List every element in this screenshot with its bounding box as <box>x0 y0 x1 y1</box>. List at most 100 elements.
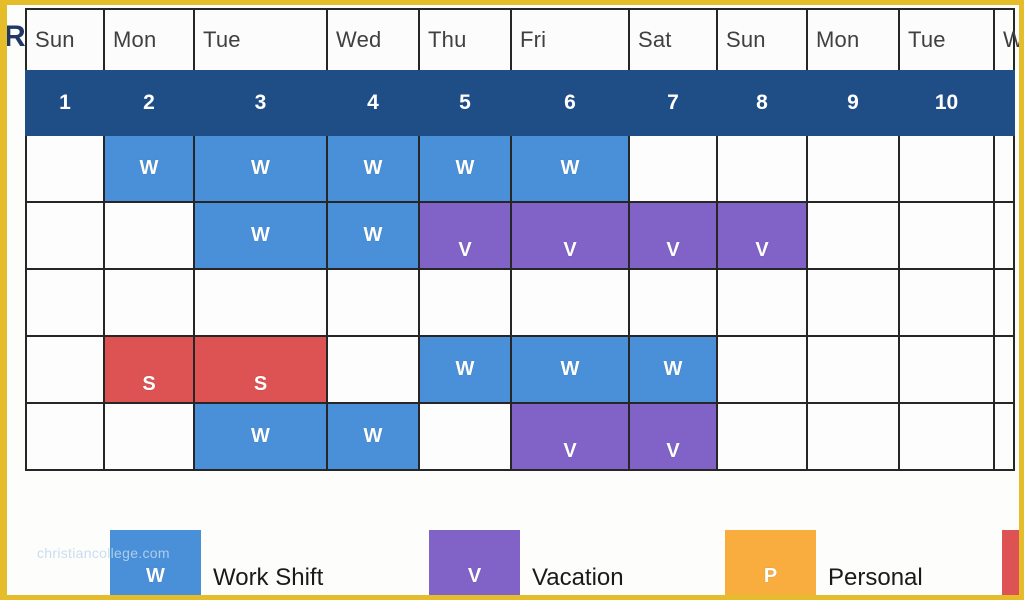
schedule-cell[interactable] <box>995 270 1015 335</box>
shift-entry-work[interactable]: W <box>328 404 418 469</box>
schedule-cell[interactable] <box>718 270 808 335</box>
schedule-cell[interactable] <box>808 270 900 335</box>
schedule-cell[interactable] <box>630 136 718 201</box>
schedule-cell[interactable]: W <box>420 337 512 402</box>
day-number-cell[interactable]: 2 <box>105 70 195 136</box>
schedule-cell[interactable] <box>195 270 328 335</box>
shift-entry-vacation[interactable]: V <box>420 203 510 268</box>
schedule-cell[interactable]: W <box>195 404 328 469</box>
schedule-cell[interactable]: V <box>630 404 718 469</box>
schedule-cell[interactable] <box>808 203 900 268</box>
schedule-cell[interactable]: W <box>328 136 420 201</box>
weekday-header-cell[interactable]: Sun <box>718 10 808 70</box>
legend-swatch-personal[interactable]: P <box>725 530 816 595</box>
weekday-header-cell[interactable]: Sun <box>25 10 105 70</box>
schedule-cell[interactable]: W <box>195 136 328 201</box>
shift-entry-vacation[interactable]: V <box>630 203 716 268</box>
schedule-cell[interactable] <box>900 270 995 335</box>
schedule-cell[interactable] <box>630 270 718 335</box>
day-number-cell[interactable]: 8 <box>718 70 808 136</box>
schedule-cell[interactable] <box>328 270 420 335</box>
weekday-header-cell[interactable]: Mon <box>105 10 195 70</box>
schedule-cell[interactable]: W <box>512 337 630 402</box>
shift-entry-work[interactable]: W <box>420 337 510 402</box>
weekday-header-cell[interactable]: Sat <box>630 10 718 70</box>
shift-entry-vacation[interactable]: V <box>512 203 628 268</box>
shift-entry-work[interactable]: W <box>105 136 193 201</box>
legend-swatch-vacation[interactable]: V <box>429 530 520 595</box>
schedule-cell[interactable] <box>900 337 995 402</box>
schedule-cell[interactable] <box>718 136 808 201</box>
schedule-cell[interactable]: S <box>195 337 328 402</box>
schedule-cell[interactable] <box>995 337 1015 402</box>
weekday-header-cell[interactable]: Tue <box>900 10 995 70</box>
schedule-cell[interactable] <box>900 404 995 469</box>
schedule-cell[interactable] <box>718 337 808 402</box>
weekday-header-cell[interactable]: Wed <box>328 10 420 70</box>
weekday-header-cell[interactable]: W <box>995 10 1019 70</box>
schedule-cell[interactable] <box>808 337 900 402</box>
day-number-cell[interactable]: 9 <box>808 70 900 136</box>
schedule-cell[interactable]: W <box>328 404 420 469</box>
schedule-cell[interactable]: W <box>105 136 195 201</box>
schedule-cell[interactable] <box>25 203 105 268</box>
schedule-cell[interactable] <box>995 203 1015 268</box>
day-number-cell[interactable]: 6 <box>512 70 630 136</box>
day-number-cell[interactable]: 4 <box>328 70 420 136</box>
shift-entry-sick[interactable]: S <box>105 337 193 402</box>
schedule-cell[interactable] <box>25 337 105 402</box>
schedule-cell[interactable]: V <box>630 203 718 268</box>
schedule-cell[interactable] <box>25 270 105 335</box>
schedule-cell[interactable] <box>105 203 195 268</box>
shift-entry-work[interactable]: W <box>328 136 418 201</box>
day-number-cell[interactable]: 5 <box>420 70 512 136</box>
schedule-cell[interactable] <box>420 270 512 335</box>
shift-entry-vacation[interactable]: V <box>718 203 806 268</box>
schedule-cell[interactable]: V <box>420 203 512 268</box>
shift-entry-work[interactable]: W <box>195 136 326 201</box>
legend-swatch-work[interactable]: W <box>110 530 201 595</box>
schedule-cell[interactable]: V <box>512 404 630 469</box>
schedule-cell[interactable] <box>995 136 1015 201</box>
shift-entry-sick[interactable]: S <box>195 337 326 402</box>
schedule-cell[interactable]: V <box>512 203 630 268</box>
schedule-cell[interactable]: S <box>105 337 195 402</box>
schedule-cell[interactable] <box>328 337 420 402</box>
schedule-cell[interactable] <box>25 136 105 201</box>
legend-swatch-sick[interactable] <box>1002 530 1019 595</box>
weekday-header-cell[interactable]: Tue <box>195 10 328 70</box>
shift-entry-vacation[interactable]: V <box>630 404 716 469</box>
weekday-header-cell[interactable]: Fri <box>512 10 630 70</box>
shift-entry-work[interactable]: W <box>512 337 628 402</box>
schedule-cell[interactable] <box>808 136 900 201</box>
shift-entry-work[interactable]: W <box>420 136 510 201</box>
schedule-cell[interactable] <box>105 404 195 469</box>
schedule-cell[interactable] <box>718 404 808 469</box>
day-number-cell[interactable]: 7 <box>630 70 718 136</box>
schedule-cell[interactable]: W <box>195 203 328 268</box>
schedule-cell[interactable]: W <box>512 136 630 201</box>
schedule-cell[interactable]: V <box>718 203 808 268</box>
weekday-header-cell[interactable]: Mon <box>808 10 900 70</box>
shift-entry-work[interactable]: W <box>630 337 716 402</box>
schedule-cell[interactable] <box>808 404 900 469</box>
schedule-cell[interactable] <box>900 136 995 201</box>
schedule-cell[interactable]: W <box>630 337 718 402</box>
shift-entry-vacation[interactable]: V <box>512 404 628 469</box>
weekday-header-cell[interactable]: Thu <box>420 10 512 70</box>
shift-entry-work[interactable]: W <box>195 404 326 469</box>
day-number-cell[interactable] <box>995 70 1015 136</box>
schedule-cell[interactable]: W <box>420 136 512 201</box>
schedule-cell[interactable] <box>105 270 195 335</box>
shift-entry-work[interactable]: W <box>512 136 628 201</box>
day-number-cell[interactable]: 10 <box>900 70 995 136</box>
schedule-cell[interactable] <box>995 404 1015 469</box>
schedule-cell[interactable] <box>420 404 512 469</box>
day-number-cell[interactable]: 3 <box>195 70 328 136</box>
schedule-cell[interactable] <box>25 404 105 469</box>
shift-entry-work[interactable]: W <box>195 203 326 268</box>
shift-entry-work[interactable]: W <box>328 203 418 268</box>
schedule-cell[interactable] <box>512 270 630 335</box>
schedule-cell[interactable]: W <box>328 203 420 268</box>
day-number-cell[interactable]: 1 <box>25 70 105 136</box>
